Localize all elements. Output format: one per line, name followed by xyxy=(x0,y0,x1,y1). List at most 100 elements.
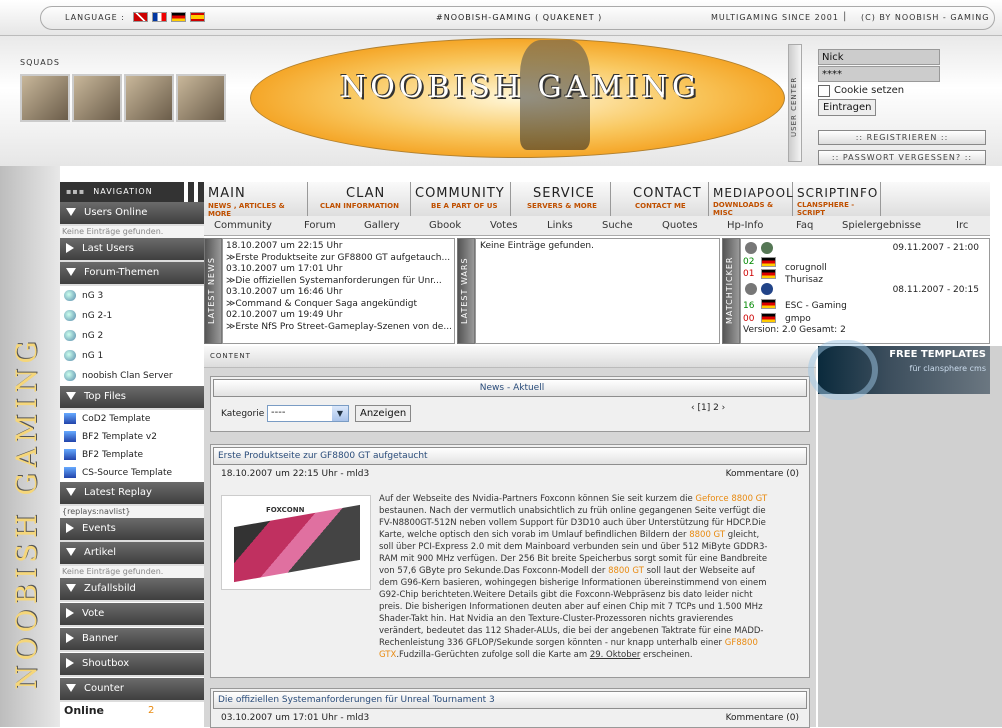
artikel-empty: Keine Einträge gefunden. xyxy=(60,566,204,578)
nav-events-label: Events xyxy=(82,523,116,534)
match-row[interactable]: 02 01 corugnoll Thurisaz xyxy=(743,255,987,285)
cookie-checkbox[interactable] xyxy=(818,85,830,97)
match-team: corugnoll xyxy=(785,263,827,273)
expand-icon xyxy=(66,392,76,400)
submenu-votes[interactable]: Votes xyxy=(490,220,517,231)
latest-wars-label: LATEST WARS xyxy=(460,257,469,324)
es-flag-icon[interactable] xyxy=(190,12,205,22)
nav-dots-icon: ▪▪▪ xyxy=(66,187,86,196)
content-area: News - Aktuell Kategorie ---- ▼ Anzeigen… xyxy=(204,368,816,728)
news-link[interactable]: ≫Erste NfS Pro Street-Gameplay-Szenen vo… xyxy=(226,322,451,334)
uk-flag-icon[interactable] xyxy=(133,12,148,22)
news-filter-panel: News - Aktuell Kategorie ---- ▼ Anzeigen… xyxy=(210,376,810,432)
pagination[interactable]: ‹ [1] 2 › xyxy=(691,403,725,413)
menu-main[interactable]: MAIN NEWS , ARTICLES & MORE xyxy=(204,182,308,218)
match-row[interactable]: 16 00 ESC - Gaming gmpo xyxy=(743,297,987,325)
latest-news-tab: LATEST NEWS xyxy=(204,238,222,344)
nav-events[interactable]: Events xyxy=(60,518,204,542)
forum-item[interactable]: noobish Clan Server xyxy=(60,366,204,386)
nav-zufallsbild-label: Zufallsbild xyxy=(84,583,136,594)
highlight-link[interactable]: 8800 GT xyxy=(608,566,644,576)
free-templates-banner[interactable]: FREE TEMPLATES für clansphere cms xyxy=(808,340,990,400)
submenu-spielergebnisse[interactable]: Spielergebnisse xyxy=(842,220,921,231)
submenu-links[interactable]: Links xyxy=(547,220,573,231)
squad-image[interactable] xyxy=(20,74,70,122)
menu-community[interactable]: COMMUNITY BE A PART OF US xyxy=(411,182,511,216)
forum-item[interactable]: nG 3 xyxy=(60,286,204,306)
nav-artikel[interactable]: Artikel xyxy=(60,542,204,566)
date-link[interactable]: 29. Oktober xyxy=(590,650,641,660)
menu-scriptinfo[interactable]: SCRIPTINFO CLANSPHERE - SCRIPT xyxy=(793,182,881,217)
kategorie-select[interactable]: ---- ▼ xyxy=(267,405,349,422)
match-score: 01 xyxy=(743,269,755,279)
menu-mediapool-sub: DOWNLOADS & MISC xyxy=(713,201,774,217)
menu-service[interactable]: SERVICE SERVERS & MORE xyxy=(511,182,611,216)
news-link[interactable]: ≫Die offiziellen Systemanforderungen für… xyxy=(226,276,451,288)
forgot-password-button[interactable]: :: PASSWORT VERGESSEN? :: xyxy=(818,150,986,165)
submenu-faq[interactable]: Faq xyxy=(796,220,813,231)
nav-top-files[interactable]: Top Files xyxy=(60,386,204,410)
login-submit-button[interactable]: Eintragen xyxy=(818,99,877,116)
file-icon xyxy=(64,413,76,424)
nav-vote[interactable]: Vote xyxy=(60,603,204,627)
submenu-hp-info[interactable]: Hp-Info xyxy=(727,220,763,231)
submenu-suche[interactable]: Suche xyxy=(602,220,633,231)
file-item[interactable]: BF2 Template v2 xyxy=(60,428,204,446)
matchticker-tab: MATCHTICKER xyxy=(722,238,740,344)
submenu-gbook[interactable]: Gbook xyxy=(429,220,461,231)
menu-mediapool[interactable]: MEDIAPOOL DOWNLOADS & MISC xyxy=(709,182,794,217)
menu-clan[interactable]: CLAN CLAN INFORMATION xyxy=(308,182,411,216)
nav-shoutbox[interactable]: Shoutbox xyxy=(60,653,204,677)
menu-contact[interactable]: CONTACT CONTACT ME xyxy=(611,182,709,216)
forum-item[interactable]: nG 2-1 xyxy=(60,306,204,326)
news-link[interactable]: ≫Command & Conquer Saga angekündigt xyxy=(226,299,451,311)
squad-image[interactable] xyxy=(124,74,174,122)
password-field[interactable] xyxy=(818,66,940,82)
file-item-label: BF2 Template v2 xyxy=(82,432,157,442)
submenu-community[interactable]: Community xyxy=(214,220,272,231)
nav-latest-replay[interactable]: Latest Replay xyxy=(60,482,204,506)
news-link[interactable]: ≫Erste Produktseite zur GF8800 GT aufget… xyxy=(226,253,451,265)
news-date: 03.10.2007 um 17:01 Uhr xyxy=(226,264,343,274)
register-button[interactable]: :: REGISTRIEREN :: xyxy=(818,130,986,145)
menu-mediapool-label: MEDIAPOOL xyxy=(713,186,794,200)
submenu-forum[interactable]: Forum xyxy=(304,220,336,231)
file-item[interactable]: BF2 Template xyxy=(60,446,204,464)
comments-link[interactable]: Kommentare (0) xyxy=(726,467,799,481)
image-brand: FOXCONN xyxy=(266,506,305,514)
tagline: MULTIGAMING SINCE 2001 xyxy=(711,13,839,22)
main-menu: MAIN NEWS , ARTICLES & MORE CLAN CLAN INFO… xyxy=(204,182,990,218)
nav-counter[interactable]: Counter xyxy=(60,678,204,702)
user-center-tab: USER CENTER xyxy=(788,44,802,162)
file-item[interactable]: CS-Source Template xyxy=(60,464,204,482)
submenu-quotes[interactable]: Quotes xyxy=(662,220,698,231)
nav-forum-themen[interactable]: Forum-Themen xyxy=(60,262,204,286)
nav-users-online[interactable]: Users Online xyxy=(60,202,204,226)
article-title[interactable]: Erste Produktseite zur GF8800 GT aufgeta… xyxy=(213,447,807,465)
right-sidebar xyxy=(818,346,1002,727)
nav-zufallsbild[interactable]: Zufallsbild xyxy=(60,578,204,602)
submenu-gallery[interactable]: Gallery xyxy=(364,220,400,231)
de-flag-icon[interactable] xyxy=(171,12,186,22)
comments-link[interactable]: Kommentare (0) xyxy=(726,711,799,725)
anzeigen-button[interactable]: Anzeigen xyxy=(355,405,412,422)
squad-image[interactable] xyxy=(72,74,122,122)
fr-flag-icon[interactable] xyxy=(152,12,167,22)
menu-community-label: COMMUNITY xyxy=(415,186,505,201)
highlight-link[interactable]: 8800 GT xyxy=(689,530,725,540)
forum-item[interactable]: nG 2 xyxy=(60,326,204,346)
squad-image[interactable] xyxy=(176,74,226,122)
side-logo-text: NOOBISH GAMING xyxy=(10,336,43,690)
nick-field[interactable] xyxy=(818,49,940,65)
forum-item[interactable]: nG 1 xyxy=(60,346,204,366)
article-title[interactable]: Die offiziellen Systemanforderungen für … xyxy=(213,691,807,709)
nav-banner[interactable]: Banner xyxy=(60,628,204,652)
submenu-irc[interactable]: Irc xyxy=(956,220,968,231)
file-item[interactable]: CoD2 Template xyxy=(60,410,204,428)
nav-last-users[interactable]: Last Users xyxy=(60,238,204,262)
nav-banner-label: Banner xyxy=(82,633,118,644)
latest-news-label: LATEST NEWS xyxy=(207,257,216,324)
highlight-link[interactable]: Geforce 8800 GT xyxy=(695,494,767,504)
nav-latest-replay-label: Latest Replay xyxy=(84,487,152,498)
collapse-icon xyxy=(66,243,74,253)
